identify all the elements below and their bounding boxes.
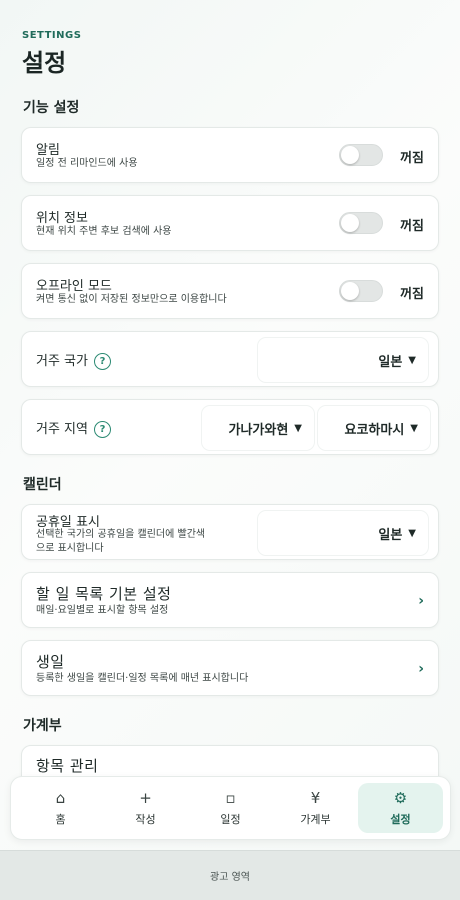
page-eyebrow: SETTINGS — [22, 30, 82, 41]
notifications-setting: 알림 일정 전 리마인드에 사용 꺼짐 — [21, 127, 439, 183]
toggle-knob — [341, 146, 359, 164]
country-value: 일본 — [378, 354, 403, 370]
prefecture-value: 가나가와현 — [228, 422, 289, 438]
todo-defaults-desc: 매일·요일별로 표시할 항목 설정 — [36, 605, 169, 616]
offline-state: 꺼짐 — [400, 287, 424, 302]
location-desc: 현재 위치 주변 후보 검색에 사용 — [36, 226, 172, 237]
city-value: 요코하마시 — [344, 422, 405, 438]
offline-toggle[interactable] — [339, 280, 383, 302]
toggle-knob — [341, 214, 359, 232]
offline-mode-setting: 오프라인 모드 켜면 통신 없이 저장된 정보만으로 이용합니다 꺼짐 — [21, 263, 439, 319]
offline-label: 오프라인 모드 — [36, 279, 112, 294]
chevron-down-icon: ▼ — [410, 422, 418, 434]
chevron-down-icon: ▼ — [408, 527, 416, 539]
holidays-desc-line2: 으로 표시합니다 — [36, 543, 104, 554]
nav-settings-label: 설정 — [390, 813, 411, 826]
gear-icon: ⚙ — [393, 789, 408, 807]
chevron-down-icon: ▼ — [408, 354, 416, 366]
ad-banner: 광고 영역 — [0, 850, 460, 900]
nav-home[interactable]: ⌂ 홈 — [18, 783, 103, 833]
country-label-row: 거주 국가? — [36, 350, 111, 370]
holidays-value: 일본 — [378, 527, 403, 543]
prefecture-select[interactable]: 가나가와현 ▼ — [202, 406, 314, 450]
country-label: 거주 국가 — [36, 354, 88, 369]
notifications-desc: 일정 전 리마인드에 사용 — [36, 158, 138, 169]
ledger-items-label: 항목 관리 — [36, 757, 99, 775]
holidays-country-select[interactable]: 일본 ▼ — [258, 511, 428, 555]
toggle-knob — [341, 282, 359, 300]
nav-ledger-label: 가계부 — [300, 813, 331, 826]
yen-icon: ¥ — [310, 789, 321, 807]
ad-label: 광고 영역 — [210, 872, 250, 883]
region-label: 거주 지역 — [36, 422, 88, 437]
location-state: 꺼짐 — [400, 219, 424, 234]
nav-schedule[interactable]: ▫ 일정 — [188, 783, 273, 833]
home-icon: ⌂ — [55, 789, 66, 807]
region-setting: 거주 지역? 가나가와현 ▼ 요코하마시 ▼ — [21, 399, 439, 455]
nav-ledger[interactable]: ¥ 가계부 — [273, 783, 358, 833]
holidays-setting: 공휴일 표시 선택한 국가의 공휴일을 캘린더에 빨간색 으로 표시합니다 일본… — [21, 504, 439, 560]
nav-settings[interactable]: ⚙ 설정 — [358, 783, 443, 833]
help-icon[interactable]: ? — [93, 353, 111, 370]
section-title-ledger: 가계부 — [23, 718, 62, 734]
birthdays-desc: 등록한 생일을 캘린더·일정 목록에 매년 표시합니다 — [36, 673, 249, 684]
location-label: 위치 정보 — [36, 211, 88, 226]
nav-compose-label: 작성 — [135, 813, 156, 826]
notifications-toggle[interactable] — [339, 144, 383, 166]
todo-defaults-label: 할 일 목록 기본 설정 — [36, 585, 172, 603]
help-icon[interactable]: ? — [93, 421, 111, 438]
country-setting: 거주 국가? 일본 ▼ — [21, 331, 439, 387]
notifications-state: 꺼짐 — [400, 151, 424, 166]
birthdays-label: 생일 — [36, 653, 65, 671]
birthdays-setting[interactable]: 생일 등록한 생일을 캘린더·일정 목록에 매년 표시합니다 › — [21, 640, 439, 696]
chevron-right-icon: › — [418, 661, 424, 677]
page-title: 설정 — [22, 49, 67, 77]
notifications-label: 알림 — [36, 143, 60, 158]
offline-desc: 켜면 통신 없이 저장된 정보만으로 이용합니다 — [36, 294, 227, 305]
chevron-right-icon: › — [418, 593, 424, 609]
calendar-icon: ▫ — [225, 789, 236, 807]
city-select[interactable]: 요코하마시 ▼ — [318, 406, 430, 450]
todo-defaults-setting[interactable]: 할 일 목록 기본 설정 매일·요일별로 표시할 항목 설정 › — [21, 572, 439, 628]
nav-home-label: 홈 — [55, 813, 66, 826]
country-select[interactable]: 일본 ▼ — [258, 338, 428, 382]
page-header: SETTINGS 설정 — [22, 30, 81, 78]
plus-icon: + — [139, 789, 152, 807]
bottom-nav: ⌂ 홈 + 작성 ▫ 일정 ¥ 가계부 ⚙ 설정 — [10, 776, 451, 840]
holidays-desc-line1: 선택한 국가의 공휴일을 캘린더에 빨간색 — [36, 529, 206, 540]
location-setting: 위치 정보 현재 위치 주변 후보 검색에 사용 꺼짐 — [21, 195, 439, 251]
nav-compose[interactable]: + 작성 — [103, 783, 188, 833]
location-toggle[interactable] — [339, 212, 383, 234]
section-title-calendar: 캘린더 — [23, 477, 62, 493]
region-label-row: 거주 지역? — [36, 418, 111, 438]
nav-schedule-label: 일정 — [220, 813, 241, 826]
section-title-features: 기능 설정 — [23, 100, 80, 116]
chevron-down-icon: ▼ — [294, 422, 302, 434]
